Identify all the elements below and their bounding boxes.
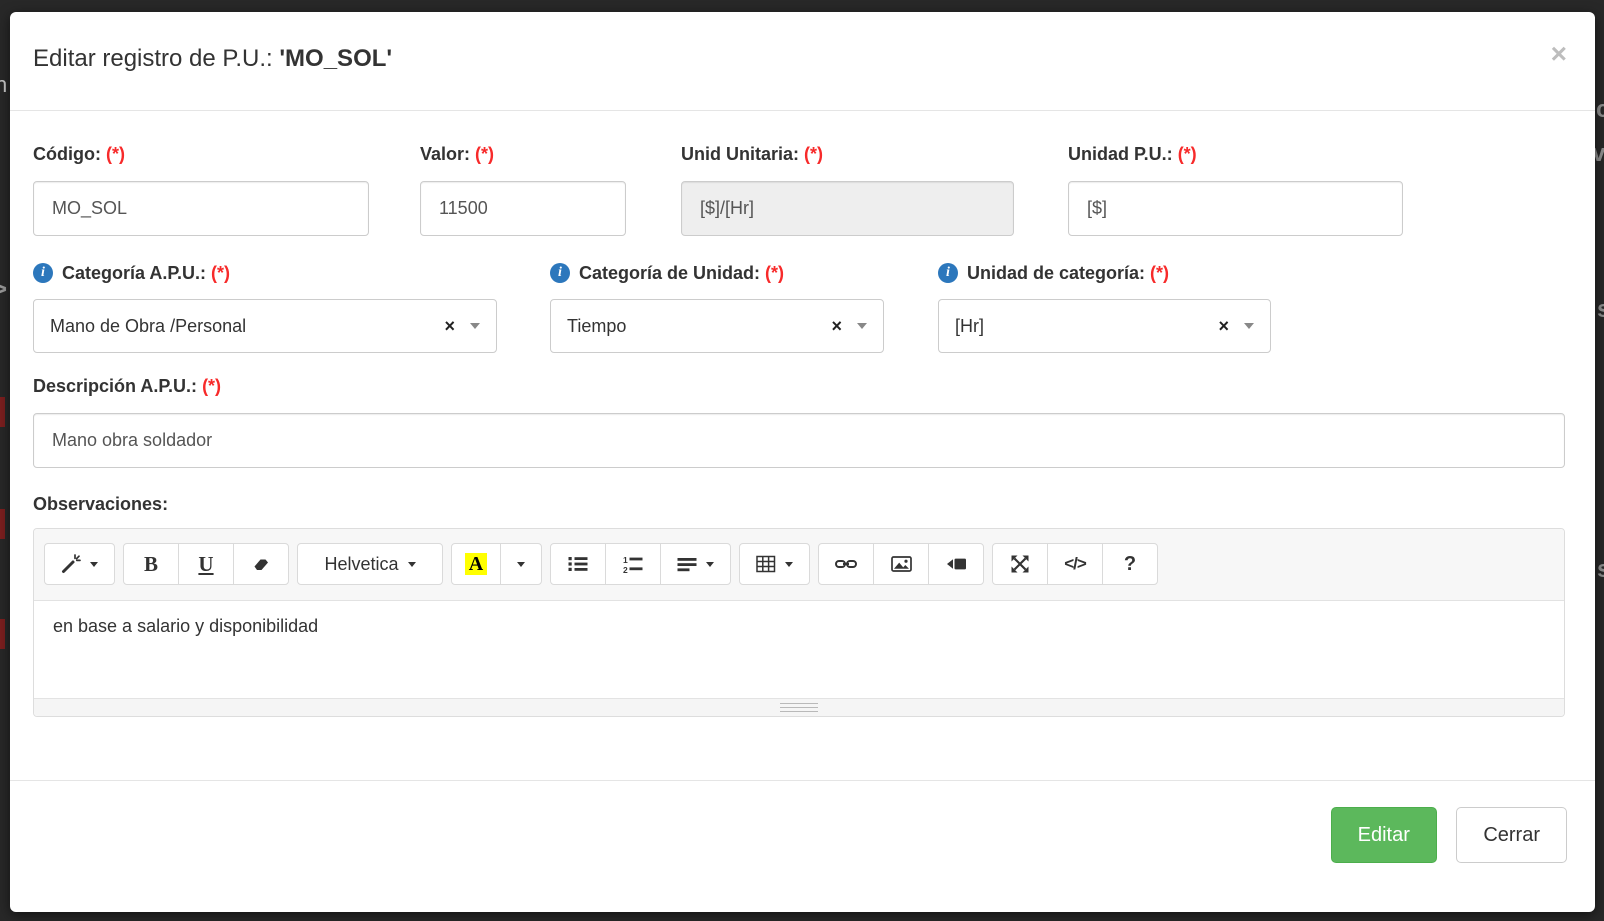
clear-selection-icon[interactable]: ×: [1218, 316, 1229, 337]
required-marker: (*): [1150, 261, 1169, 285]
info-icon: i: [550, 263, 570, 283]
font-color-dropdown[interactable]: [500, 543, 542, 585]
required-marker: (*): [804, 144, 823, 164]
unordered-list-button[interactable]: [550, 543, 606, 585]
required-marker: (*): [765, 261, 784, 285]
unidad-categoria-label: i Unidad de categoría:(*): [938, 261, 1271, 285]
link-icon: [835, 554, 857, 574]
font-family-dropdown[interactable]: Helvetica: [297, 543, 443, 585]
unidad-pu-label: Unidad P.U.:(*): [1068, 143, 1403, 165]
insert-video-button[interactable]: [928, 543, 984, 585]
chevron-down-icon: [706, 562, 714, 567]
editor-toolbar: B U Helvetica: [34, 529, 1564, 601]
ordered-list-button[interactable]: 1 2: [605, 543, 661, 585]
unidad-categoria-select[interactable]: [Hr] ×: [938, 299, 1271, 353]
paragraph-align-dropdown[interactable]: [660, 543, 731, 585]
underline-icon: U: [198, 554, 213, 575]
table-dropdown[interactable]: [739, 543, 810, 585]
magic-wand-icon: [61, 554, 81, 574]
required-marker: (*): [106, 144, 125, 164]
categoria-apu-select[interactable]: Mano de Obra /Personal ×: [33, 299, 497, 353]
underline-button[interactable]: U: [178, 543, 234, 585]
observaciones-editor-panel: B U Helvetica: [33, 528, 1565, 717]
info-icon: i: [938, 263, 958, 283]
svg-text:1: 1: [623, 555, 628, 565]
descripcion-apu-label: Descripción A.P.U.:(*): [33, 375, 1567, 397]
help-icon: ?: [1124, 553, 1136, 576]
record-code: 'MO_SOL': [279, 45, 392, 72]
code-icon: </>: [1064, 554, 1086, 574]
editor-resize-handle[interactable]: [34, 698, 1564, 716]
clear-selection-icon[interactable]: ×: [444, 316, 455, 337]
close-icon[interactable]: ×: [1551, 40, 1567, 68]
backdrop-text-fragment: s: [1597, 298, 1604, 322]
help-button[interactable]: ?: [1102, 543, 1158, 585]
ordered-list-icon: 1 2: [623, 554, 643, 574]
codigo-input[interactable]: [33, 181, 369, 236]
clear-selection-icon[interactable]: ×: [831, 316, 842, 337]
required-marker: (*): [211, 261, 230, 285]
table-icon: [756, 554, 776, 574]
picture-icon: [891, 554, 912, 574]
cerrar-button[interactable]: Cerrar: [1456, 807, 1567, 863]
chevron-down-icon: [470, 323, 480, 329]
chevron-down-icon: [408, 562, 416, 567]
unid-unitaria-input: [681, 181, 1014, 236]
bold-icon: B: [144, 554, 158, 575]
codeview-button[interactable]: </>: [1047, 543, 1103, 585]
observaciones-editor[interactable]: en base a salario y disponibilidad: [34, 601, 1564, 698]
info-icon: i: [33, 263, 53, 283]
required-marker: (*): [1178, 144, 1197, 164]
categoria-unidad-label: i Categoría de Unidad:(*): [550, 261, 884, 285]
chevron-down-icon: [517, 562, 525, 567]
editar-button[interactable]: Editar: [1331, 807, 1437, 863]
required-marker: (*): [202, 376, 221, 396]
resize-grip-icon: [780, 707, 818, 708]
observaciones-label: Observaciones:: [33, 493, 1567, 515]
bold-button[interactable]: B: [123, 543, 179, 585]
backdrop-text-fragment: >: [0, 278, 7, 302]
backdrop-text-fragment: s: [1597, 558, 1604, 582]
backdrop-text-fragment: n: [0, 74, 7, 96]
backdrop-red-bar: [0, 509, 5, 539]
modal-footer: Editar Cerrar: [10, 780, 1595, 863]
insert-link-button[interactable]: [818, 543, 874, 585]
style-dropdown-button[interactable]: [44, 543, 115, 585]
edit-pu-modal: Editar registro de P.U.: 'MO_SOL' × Códi…: [10, 12, 1595, 912]
insert-picture-button[interactable]: [873, 543, 929, 585]
fullscreen-button[interactable]: [992, 543, 1048, 585]
modal-title: Editar registro de P.U.: 'MO_SOL': [33, 42, 1565, 76]
video-icon: [946, 554, 967, 574]
font-color-button[interactable]: A: [451, 543, 501, 585]
align-left-icon: [677, 554, 697, 574]
modal-header: Editar registro de P.U.: 'MO_SOL' ×: [10, 12, 1595, 111]
modal-body: Código:(*) Valor:(*) Unid Unitaria:(*) U…: [10, 111, 1595, 717]
font-color-icon: A: [465, 553, 487, 575]
valor-label: Valor:(*): [420, 143, 626, 165]
backdrop-red-bar: [0, 397, 5, 427]
categoria-apu-label: i Categoría A.P.U.:(*): [33, 261, 497, 285]
backdrop-red-bar: [0, 619, 5, 649]
chevron-down-icon: [785, 562, 793, 567]
unidad-pu-input[interactable]: [1068, 181, 1403, 236]
unordered-list-icon: [568, 554, 588, 574]
unid-unitaria-label: Unid Unitaria:(*): [681, 143, 1014, 165]
svg-text:2: 2: [623, 565, 628, 574]
backdrop-text-fragment: c: [1596, 98, 1604, 122]
chevron-down-icon: [857, 323, 867, 329]
valor-input[interactable]: [420, 181, 626, 236]
chevron-down-icon: [1244, 323, 1254, 329]
descripcion-apu-input[interactable]: [33, 413, 1565, 468]
categoria-unidad-select[interactable]: Tiempo ×: [550, 299, 884, 353]
codigo-label: Código:(*): [33, 143, 369, 165]
clear-format-button[interactable]: [233, 543, 289, 585]
fullscreen-icon: [1010, 554, 1030, 574]
eraser-icon: [251, 554, 271, 574]
chevron-down-icon: [90, 562, 98, 567]
required-marker: (*): [475, 144, 494, 164]
